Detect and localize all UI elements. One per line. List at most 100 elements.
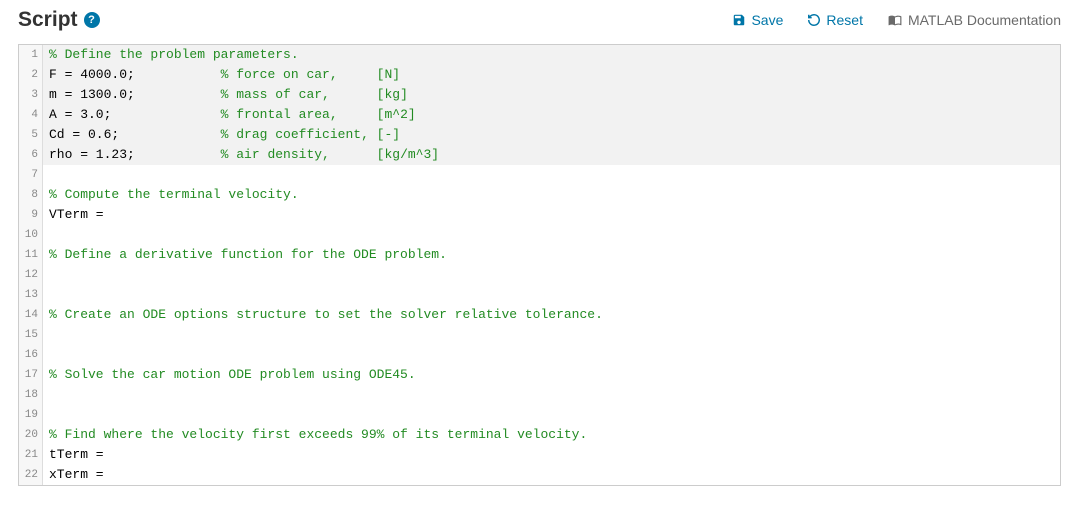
code-line[interactable]: 3m = 1300.0; % mass of car, [kg] [19, 85, 1060, 105]
code-content[interactable]: tTerm = [43, 445, 1060, 465]
book-icon [887, 13, 903, 27]
code-content[interactable]: % Solve the car motion ODE problem using… [43, 365, 1060, 385]
code-comment: % mass of car, [kg] [221, 87, 408, 102]
code-content[interactable] [43, 285, 1060, 305]
save-label: Save [751, 12, 783, 28]
reset-label: Reset [826, 12, 863, 28]
code-content[interactable] [43, 385, 1060, 405]
save-icon [732, 13, 746, 27]
code-comment: % force on car, [N] [221, 67, 400, 82]
code-content[interactable]: % Define the problem parameters. [43, 45, 1060, 65]
code-comment: % frontal area, [m^2] [221, 107, 416, 122]
page-title: Script [18, 8, 78, 32]
code-content[interactable]: % Define a derivative function for the O… [43, 245, 1060, 265]
reset-icon [807, 13, 821, 27]
code-text: VTerm = [49, 207, 111, 222]
reset-button[interactable]: Reset [807, 12, 863, 28]
code-line[interactable]: 11 % Define a derivative function for the… [19, 245, 1060, 265]
code-content[interactable]: rho = 1.23; % air density, [kg/m^3] [43, 145, 1060, 165]
code-content[interactable]: % Find where the velocity first exceeds … [43, 425, 1060, 445]
line-number: 17 [19, 365, 43, 385]
code-line[interactable]: 19 [19, 405, 1060, 425]
code-line[interactable]: 5Cd = 0.6; % drag coefficient, [-] [19, 125, 1060, 145]
code-content[interactable] [43, 265, 1060, 285]
line-number: 18 [19, 385, 43, 405]
actions-group: Save Reset MATLAB Documentation [732, 12, 1061, 28]
code-comment: % Compute the terminal velocity. [49, 187, 299, 202]
code-line[interactable]: 22 xTerm = [19, 465, 1060, 485]
code-content[interactable]: % Compute the terminal velocity. [43, 185, 1060, 205]
code-line[interactable]: 15 [19, 325, 1060, 345]
code-line[interactable]: 17 % Solve the car motion ODE problem usi… [19, 365, 1060, 385]
code-line[interactable]: 4A = 3.0; % frontal area, [m^2] [19, 105, 1060, 125]
title-group: Script ? [18, 8, 100, 32]
code-content[interactable]: m = 1300.0; % mass of car, [kg] [43, 85, 1060, 105]
line-number: 14 [19, 305, 43, 325]
line-number: 7 [19, 165, 43, 185]
header-row: Script ? Save Reset MATLAB Documentation [18, 8, 1061, 32]
code-content[interactable] [43, 405, 1060, 425]
code-line[interactable]: 10 [19, 225, 1060, 245]
code-line[interactable]: 6rho = 1.23; % air density, [kg/m^3] [19, 145, 1060, 165]
code-line[interactable]: 13 [19, 285, 1060, 305]
code-text: A = 3.0; [49, 107, 221, 122]
line-number: 12 [19, 265, 43, 285]
code-line[interactable]: 14 % Create an ODE options structure to s… [19, 305, 1060, 325]
code-content[interactable]: Cd = 0.6; % drag coefficient, [-] [43, 125, 1060, 145]
line-number: 21 [19, 445, 43, 465]
save-button[interactable]: Save [732, 12, 783, 28]
line-number: 3 [19, 85, 43, 105]
code-comment: % Solve the car motion ODE problem using… [49, 367, 416, 382]
code-editor[interactable]: 1% Define the problem parameters.2F = 40… [18, 44, 1061, 486]
code-content[interactable] [43, 345, 1060, 365]
code-content[interactable]: % Create an ODE options structure to set… [43, 305, 1060, 325]
code-text: xTerm = [49, 467, 111, 482]
code-line[interactable]: 8 % Compute the terminal velocity. [19, 185, 1060, 205]
help-icon[interactable]: ? [84, 12, 100, 28]
code-comment: % Find where the velocity first exceeds … [49, 427, 587, 442]
doc-link[interactable]: MATLAB Documentation [887, 12, 1061, 28]
line-number: 9 [19, 205, 43, 225]
code-text: F = 4000.0; [49, 67, 221, 82]
code-line[interactable]: 18 [19, 385, 1060, 405]
code-line[interactable]: 21 tTerm = [19, 445, 1060, 465]
code-text: m = 1300.0; [49, 87, 221, 102]
code-line[interactable]: 20 % Find where the velocity first exceed… [19, 425, 1060, 445]
line-number: 1 [19, 45, 43, 65]
code-text: rho = 1.23; [49, 147, 221, 162]
code-comment: % Create an ODE options structure to set… [49, 307, 603, 322]
line-number: 6 [19, 145, 43, 165]
line-number: 13 [19, 285, 43, 305]
line-number: 20 [19, 425, 43, 445]
code-content[interactable] [43, 225, 1060, 245]
line-number: 10 [19, 225, 43, 245]
code-content[interactable]: F = 4000.0; % force on car, [N] [43, 65, 1060, 85]
line-number: 11 [19, 245, 43, 265]
line-number: 22 [19, 465, 43, 485]
code-comment: % Define the problem parameters. [49, 47, 299, 62]
code-content[interactable]: A = 3.0; % frontal area, [m^2] [43, 105, 1060, 125]
code-comment: % drag coefficient, [-] [221, 127, 400, 142]
code-content[interactable] [43, 325, 1060, 345]
code-content[interactable]: xTerm = [43, 465, 1060, 485]
line-number: 15 [19, 325, 43, 345]
code-line[interactable]: 9 VTerm = [19, 205, 1060, 225]
code-line[interactable]: 12 [19, 265, 1060, 285]
code-content[interactable] [43, 165, 1060, 185]
line-number: 4 [19, 105, 43, 125]
line-number: 2 [19, 65, 43, 85]
code-text: Cd = 0.6; [49, 127, 221, 142]
line-number: 5 [19, 125, 43, 145]
code-line[interactable]: 16 [19, 345, 1060, 365]
code-text: tTerm = [49, 447, 111, 462]
line-number: 16 [19, 345, 43, 365]
code-line[interactable]: 7 [19, 165, 1060, 185]
doc-label: MATLAB Documentation [908, 12, 1061, 28]
code-line[interactable]: 2F = 4000.0; % force on car, [N] [19, 65, 1060, 85]
line-number: 8 [19, 185, 43, 205]
code-comment: % Define a derivative function for the O… [49, 247, 447, 262]
line-number: 19 [19, 405, 43, 425]
code-content[interactable]: VTerm = [43, 205, 1060, 225]
code-line[interactable]: 1 % Define the problem parameters. [19, 45, 1060, 65]
code-comment: % air density, [kg/m^3] [221, 147, 439, 162]
